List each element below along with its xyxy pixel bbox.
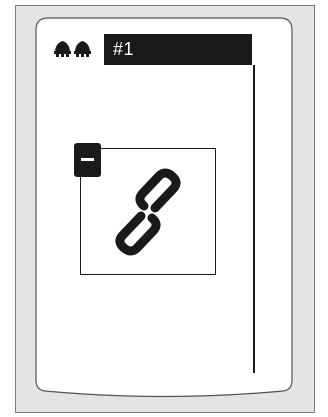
screen-divider [253, 65, 255, 373]
minus-icon [81, 158, 94, 161]
link-icon [115, 168, 181, 256]
double-bell-icon[interactable] [53, 37, 95, 59]
page-title: #1 [104, 34, 252, 65]
